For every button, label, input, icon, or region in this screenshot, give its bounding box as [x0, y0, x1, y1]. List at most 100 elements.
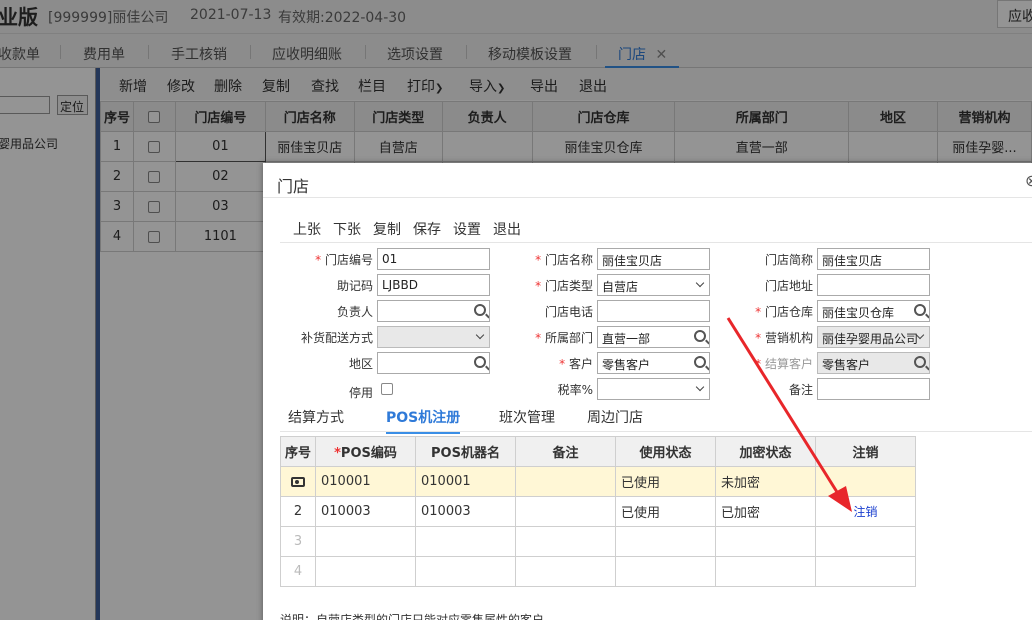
col-use-status: 使用状态	[615, 436, 716, 467]
cell-no: 4	[280, 556, 316, 587]
replenish-label: 补货配送方式	[300, 331, 373, 345]
store-type-select[interactable]: 自营店	[597, 274, 710, 296]
save-button[interactable]: 保存	[413, 219, 441, 239]
store-phone-field[interactable]	[597, 300, 710, 322]
store-short-field[interactable]: 丽佳宝贝店	[817, 248, 930, 270]
col-pos-name: POS机器名	[415, 436, 516, 467]
search-icon[interactable]	[474, 304, 486, 316]
store-type-value: 自营店	[602, 280, 639, 294]
search-icon[interactable]	[694, 330, 706, 342]
dept-label: * 所属部门	[535, 331, 593, 345]
cell-pos-name[interactable]: 010003	[415, 496, 516, 527]
copy-button[interactable]: 复制	[373, 219, 401, 239]
cell-remark[interactable]	[515, 526, 616, 557]
prev-button[interactable]: 上张	[293, 219, 321, 239]
settle-customer-value: 零售客户	[822, 358, 871, 372]
search-icon[interactable]	[914, 356, 926, 368]
store-short-label: 门店简称	[764, 253, 813, 267]
remark-field[interactable]	[817, 378, 930, 400]
col-enc-status: 加密状态	[715, 436, 816, 467]
store-name-label: * 门店名称	[535, 253, 593, 267]
pos-table: 序号 *POS编码 POS机器名 备注 使用状态 加密状态 注销 010001 …	[280, 436, 916, 587]
subtab-pos-register[interactable]: POS机注册	[386, 407, 461, 434]
search-icon[interactable]	[474, 356, 486, 368]
cell-remark[interactable]	[515, 466, 616, 497]
region-field[interactable]	[377, 352, 490, 374]
row-edit-cell[interactable]	[280, 466, 316, 497]
mnemonic-field[interactable]: LJBBD	[377, 274, 490, 296]
pos-header-row: 序号 *POS编码 POS机器名 备注 使用状态 加密状态 注销	[280, 436, 916, 467]
cell-use-status: 已使用	[615, 496, 716, 527]
store-name-field[interactable]: 丽佳宝贝店	[597, 248, 710, 270]
cell-pos-code[interactable]	[315, 556, 416, 587]
table-row[interactable]: 4	[280, 556, 916, 587]
cell-cancel[interactable]	[815, 466, 916, 497]
cell-cancel[interactable]	[815, 526, 916, 557]
region-label: 地区	[348, 357, 373, 371]
customer-field[interactable]: 零售客户	[597, 352, 710, 374]
table-row[interactable]: 2 010003 010003 已使用 已加密 注销	[280, 496, 916, 527]
settle-customer-label: * 结算客户	[755, 357, 813, 371]
chevron-down-icon	[695, 278, 705, 288]
note-text: 说明：自营店类型的门店只能对应零售属性的客户	[280, 613, 545, 620]
tax-label: 税率%	[557, 383, 593, 397]
cell-enc-status	[715, 526, 816, 557]
cancel-link[interactable]: 注销	[815, 496, 916, 527]
store-code-label: * 门店编号	[315, 253, 373, 267]
row-edit-icon[interactable]	[291, 476, 305, 487]
warehouse-label: * 门店仓库	[755, 305, 813, 319]
warehouse-field[interactable]: 丽佳宝贝仓库	[817, 300, 930, 322]
customer-label: * 客户	[559, 357, 593, 371]
subtab-nearby-stores[interactable]: 周边门店	[587, 407, 643, 427]
manager-field[interactable]	[377, 300, 490, 322]
toolbar-divider	[280, 242, 1032, 243]
org-label: * 营销机构	[755, 331, 813, 345]
dept-field[interactable]: 直营一部	[597, 326, 710, 348]
search-icon[interactable]	[914, 304, 926, 316]
settle-customer-field[interactable]: 零售客户	[817, 352, 930, 374]
table-row[interactable]: 3	[280, 526, 916, 557]
store-addr-field[interactable]	[817, 274, 930, 296]
store-dialog: 门店 ⊗ 上张 下张 复制 保存 设置 退出 * 门店编号 01 * 门店名称 …	[263, 163, 1032, 620]
store-type-label: * 门店类型	[535, 279, 593, 293]
col-no: 序号	[280, 436, 316, 467]
remark-label: 备注	[788, 383, 813, 397]
cell-remark[interactable]	[515, 556, 616, 587]
table-row[interactable]: 010001 010001 已使用 未加密	[280, 466, 916, 497]
cell-pos-code[interactable]	[315, 526, 416, 557]
mnemonic-label: 助记码	[336, 279, 373, 293]
subtab-settlement[interactable]: 结算方式	[288, 407, 344, 427]
cell-use-status	[615, 526, 716, 557]
col-pos-code: *POS编码	[315, 436, 416, 467]
disable-checkbox[interactable]	[381, 383, 393, 395]
cell-pos-name[interactable]	[415, 556, 516, 587]
cell-pos-code[interactable]: 010001	[315, 466, 416, 497]
org-value: 丽佳孕婴用品公司	[822, 332, 919, 346]
cell-enc-status: 未加密	[715, 466, 816, 497]
col-remark: 备注	[515, 436, 616, 467]
close-icon[interactable]: ⊗	[1025, 171, 1032, 190]
replenish-select[interactable]	[377, 326, 490, 348]
col-cancel: 注销	[815, 436, 916, 467]
cell-pos-code[interactable]: 010003	[315, 496, 416, 527]
next-button[interactable]: 下张	[333, 219, 361, 239]
customer-value: 零售客户	[602, 358, 651, 372]
cell-pos-name[interactable]	[415, 526, 516, 557]
settings-button[interactable]: 设置	[453, 219, 481, 239]
subtab-shift[interactable]: 班次管理	[499, 407, 555, 427]
disable-label: 停用	[348, 386, 373, 400]
org-select[interactable]: 丽佳孕婴用品公司	[817, 326, 930, 348]
store-addr-label: 门店地址	[764, 279, 813, 293]
warehouse-value: 丽佳宝贝仓库	[822, 306, 895, 320]
search-icon[interactable]	[694, 356, 706, 368]
cell-no: 3	[280, 526, 316, 557]
exit-button[interactable]: 退出	[493, 219, 521, 239]
cell-pos-name[interactable]: 010001	[415, 466, 516, 497]
cell-cancel[interactable]	[815, 556, 916, 587]
tax-select[interactable]	[597, 378, 710, 400]
store-code-field[interactable]: 01	[377, 248, 490, 270]
cell-no: 2	[280, 496, 316, 527]
cell-remark[interactable]	[515, 496, 616, 527]
dialog-title: 门店	[277, 177, 310, 196]
title-divider	[263, 197, 1032, 198]
